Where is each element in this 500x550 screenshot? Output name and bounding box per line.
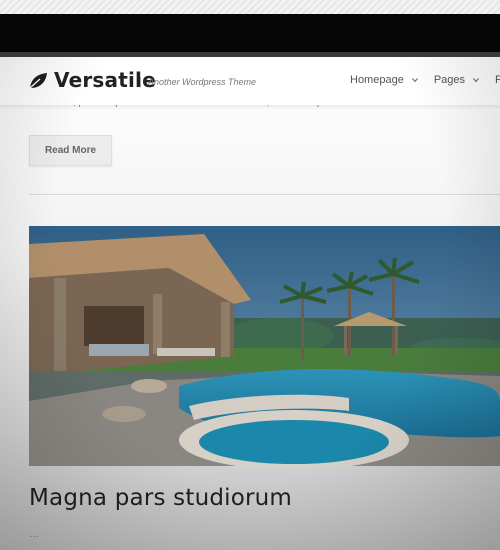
nav-item-homepage[interactable]: Homepage bbox=[350, 74, 418, 86]
post-divider bbox=[29, 194, 500, 195]
screen-frame: Versatile | Another Wordpress Theme Home… bbox=[0, 0, 500, 550]
chevron-down-icon bbox=[411, 78, 418, 83]
leaf-icon[interactable] bbox=[28, 72, 48, 90]
chevron-down-icon bbox=[473, 78, 479, 83]
post-title[interactable]: Magna pars studiorum bbox=[29, 485, 292, 511]
browser-top-bar bbox=[0, 14, 500, 52]
nav-item-pages[interactable]: Pages bbox=[434, 74, 479, 86]
nav-item-label: F bbox=[495, 74, 500, 86]
site-tagline: Another Wordpress Theme bbox=[148, 77, 257, 87]
tagline-separator: | bbox=[139, 76, 142, 88]
main-nav: Homepage Pages F bbox=[350, 74, 500, 86]
site-header: Versatile | Another Wordpress Theme Home… bbox=[0, 57, 500, 105]
nav-item-truncated[interactable]: F bbox=[495, 74, 500, 86]
nav-item-label: Homepage bbox=[350, 74, 404, 86]
read-more-button[interactable]: Read More bbox=[29, 135, 112, 166]
post-meta: … bbox=[29, 529, 39, 540]
post-featured-image[interactable] bbox=[29, 226, 500, 466]
page: Versatile | Another Wordpress Theme Home… bbox=[0, 57, 500, 550]
nav-item-label: Pages bbox=[433, 74, 466, 86]
